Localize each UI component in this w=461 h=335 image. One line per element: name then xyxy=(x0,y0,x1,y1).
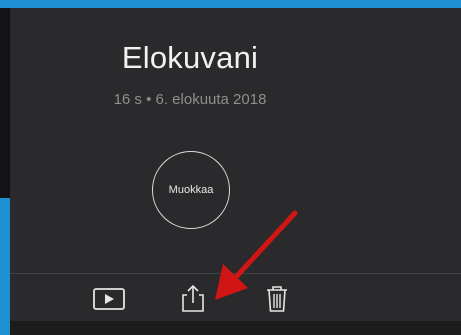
play-icon xyxy=(93,288,125,310)
home-indicator-bar xyxy=(10,321,461,335)
edit-button-label: Muokkaa xyxy=(168,184,214,196)
play-button[interactable] xyxy=(92,284,126,312)
edit-button[interactable]: Muokkaa xyxy=(152,151,230,229)
project-screen: Elokuvani 16 s • 6. elokuuta 2018 Muokka… xyxy=(10,8,461,335)
project-meta: 16 s • 6. elokuuta 2018 xyxy=(113,91,267,108)
delete-button[interactable] xyxy=(260,284,294,312)
background-window-edge xyxy=(0,8,10,198)
share-icon xyxy=(182,284,204,312)
bottom-toolbar xyxy=(10,273,461,321)
share-button[interactable] xyxy=(176,284,210,312)
project-title: Elokuvani xyxy=(121,40,259,75)
screenshot-frame: Elokuvani 16 s • 6. elokuuta 2018 Muokka… xyxy=(0,0,461,335)
trash-icon xyxy=(267,286,287,312)
